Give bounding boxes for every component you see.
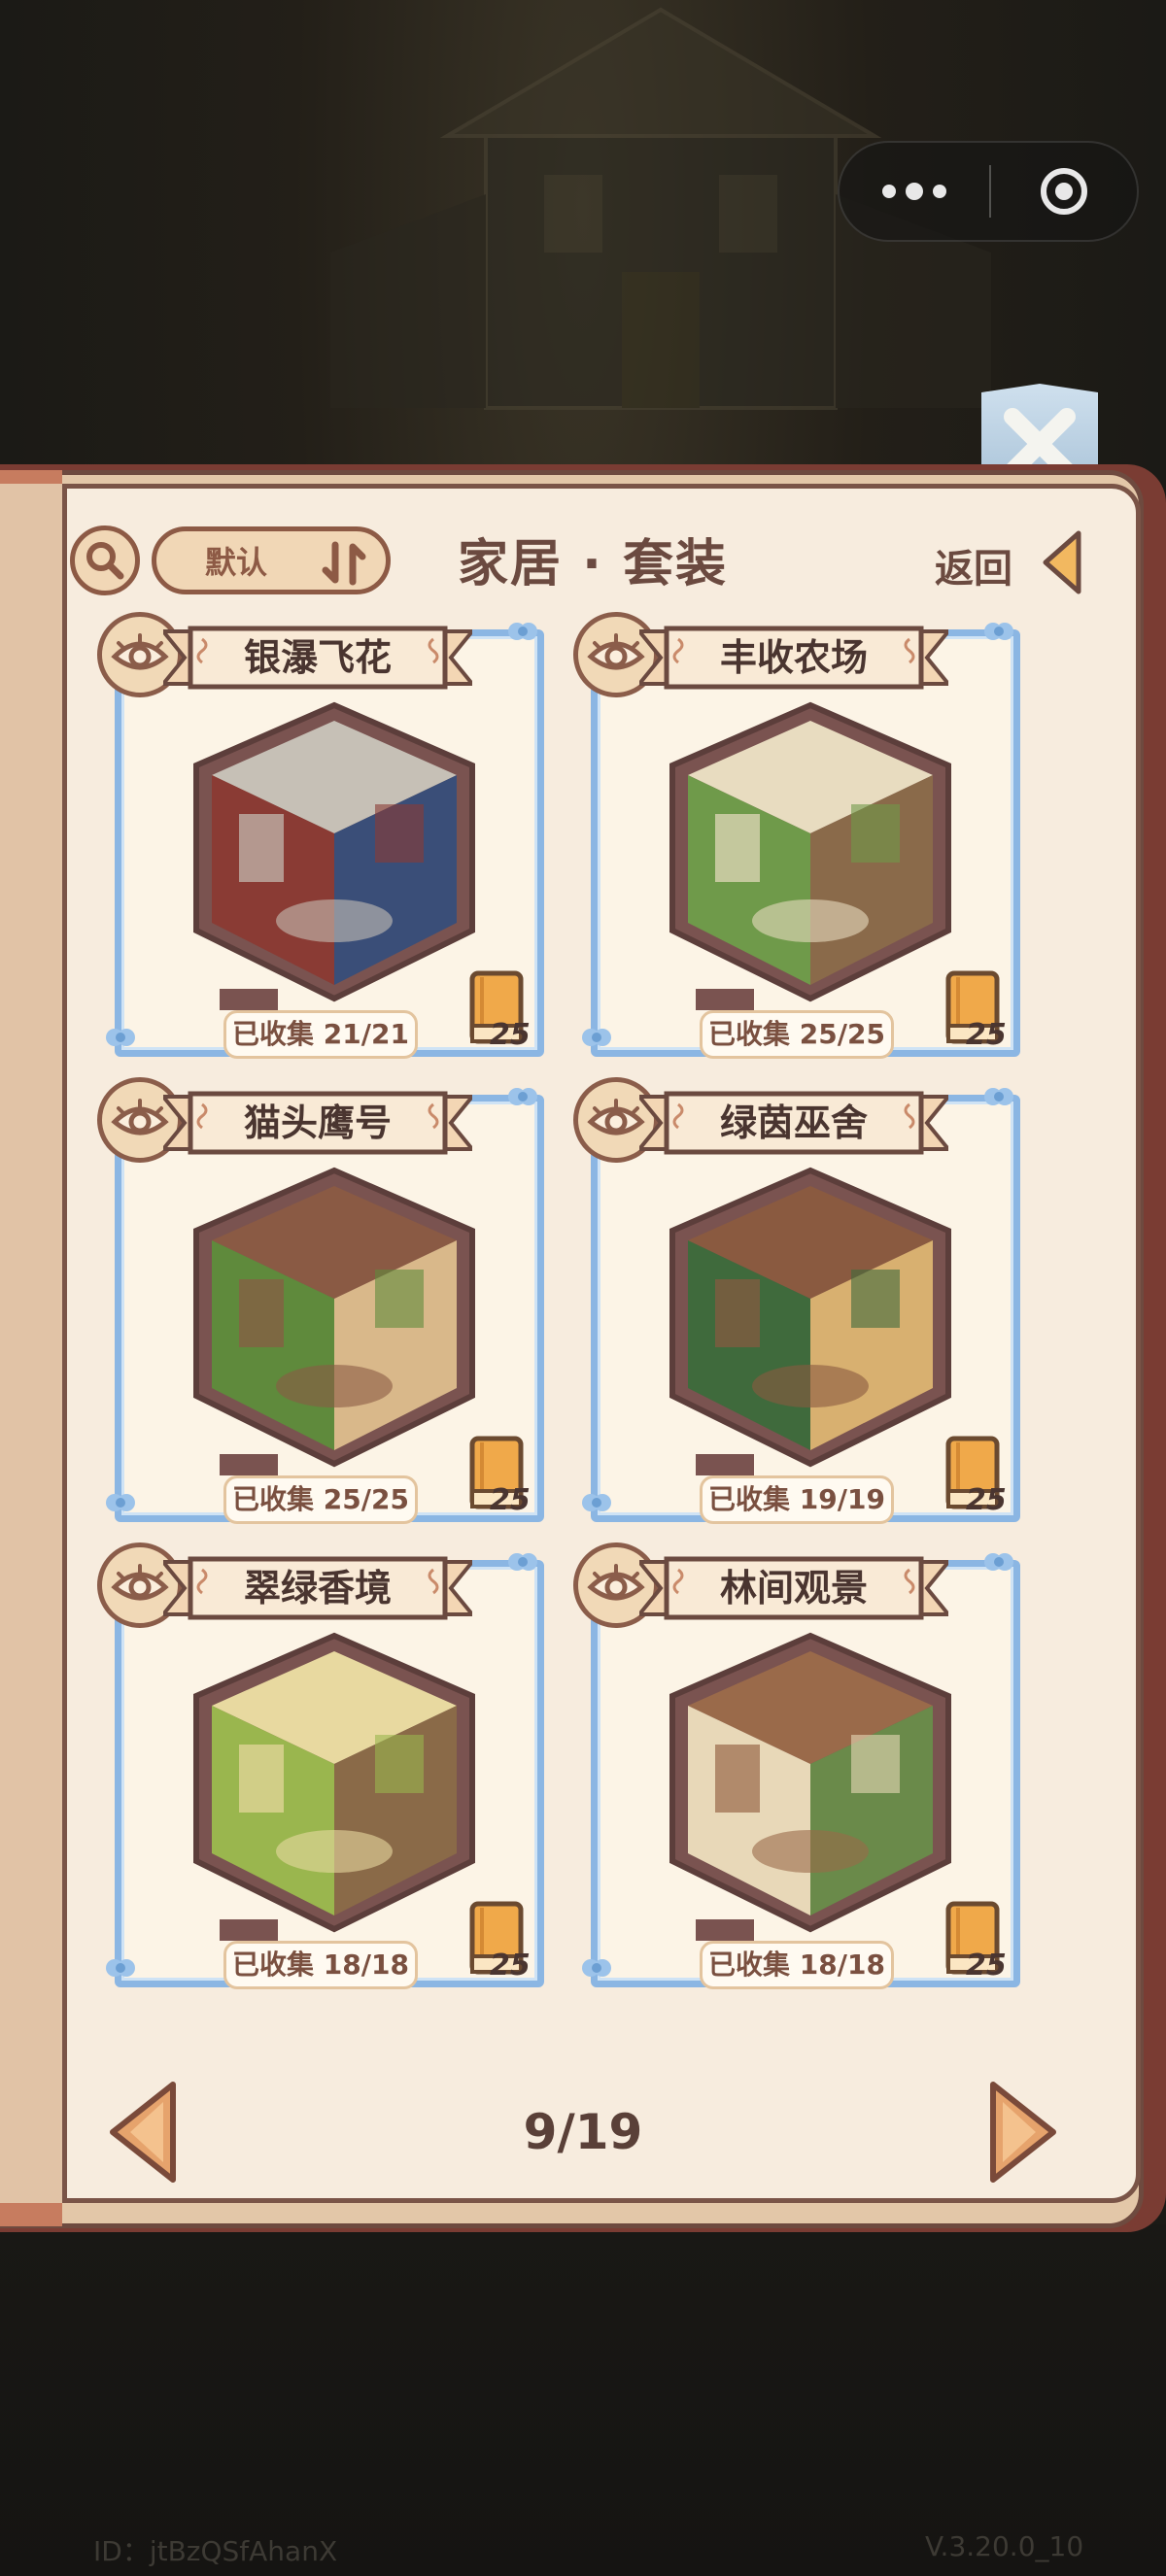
sort-dropdown[interactable]: 默认: [152, 526, 391, 594]
back-label[interactable]: 返回: [935, 537, 1012, 593]
exit-target-icon[interactable]: [991, 168, 1137, 215]
sort-label: 默认: [205, 544, 268, 581]
suite-name: 翠绿香境: [243, 1567, 392, 1610]
suite-name: 猫头鹰号: [243, 1102, 392, 1144]
prev-page-button[interactable]: [105, 2079, 181, 2186]
page-indicator: 9/19: [523, 2104, 643, 2160]
corner-bow-icon: [582, 1959, 611, 1977]
back-arrow-icon[interactable]: [1040, 529, 1084, 595]
book-count: 25: [966, 1483, 1007, 1517]
room-preview-image: [669, 1632, 951, 1941]
book-count: 25: [966, 1018, 1007, 1052]
suite-name: 林间观景: [719, 1567, 868, 1610]
room-preview-image: [669, 1167, 951, 1475]
game-screen: 默认 家居 · 套装 返回 银瀑飞花 已收集 21/21 25 丰收农场 已收集…: [0, 0, 1166, 2576]
room-preview-image: [193, 701, 475, 1010]
suite-card[interactable]: 猫头鹰号 已收集 25/25 25: [97, 1077, 544, 1524]
corner-bow-icon: [106, 1029, 135, 1046]
suite-card[interactable]: 翠绿香境 已收集 18/18 25: [97, 1542, 544, 1989]
room-preview-image: [193, 1632, 475, 1941]
next-page-button[interactable]: [985, 2079, 1061, 2186]
corner-bow-icon: [582, 1029, 611, 1046]
eye-icon: [111, 1099, 169, 1135]
player-id: ID：jtBzQSfAhanX: [93, 2535, 338, 2567]
collected-count: 已收集 18/18: [700, 1941, 894, 1989]
eye-icon: [587, 1564, 645, 1601]
suite-card[interactable]: 绿茵巫舍 已收集 19/19 25: [573, 1077, 1020, 1524]
eye-icon: [587, 1099, 645, 1135]
room-preview-image: [669, 701, 951, 1010]
suite-card[interactable]: 银瀑飞花 已收集 21/21 25: [97, 612, 544, 1059]
background-floor: [0, 2224, 1166, 2576]
collected-count: 已收集 18/18: [223, 1941, 418, 1989]
room-preview-image: [193, 1167, 475, 1475]
book-count: 25: [490, 1949, 531, 1983]
book-count: 25: [490, 1483, 531, 1517]
more-menu-icon[interactable]: [840, 143, 989, 240]
suite-card[interactable]: 林间观景 已收集 18/18 25: [573, 1542, 1020, 1989]
corner-bow-icon: [106, 1959, 135, 1977]
corner-bow-icon: [984, 623, 1013, 640]
eye-icon: [111, 633, 169, 670]
collected-count: 已收集 19/19: [700, 1475, 894, 1524]
version-label: V.3.20.0_10: [925, 2530, 1084, 2562]
suite-card[interactable]: 丰收农场 已收集 25/25 25: [573, 612, 1020, 1059]
book-count: 25: [490, 1018, 531, 1052]
corner-bow-icon: [984, 1553, 1013, 1571]
search-button[interactable]: [70, 525, 140, 595]
book-spine: [0, 484, 62, 2203]
page-title: 家居 · 套装: [458, 535, 728, 593]
eye-icon: [111, 1564, 169, 1601]
book-count: 25: [966, 1949, 1007, 1983]
miniprogram-capsule: [838, 141, 1139, 242]
corner-bow-icon: [508, 623, 537, 640]
corner-bow-icon: [582, 1494, 611, 1511]
suite-name: 银瀑飞花: [243, 636, 392, 679]
corner-bow-icon: [508, 1088, 537, 1105]
collected-count: 已收集 25/25: [700, 1010, 894, 1059]
collected-count: 已收集 25/25: [223, 1475, 418, 1524]
corner-bow-icon: [106, 1494, 135, 1511]
corner-bow-icon: [984, 1088, 1013, 1105]
collected-count: 已收集 21/21: [223, 1010, 418, 1059]
suite-name: 丰收农场: [719, 636, 868, 679]
sort-order-icon: [322, 541, 366, 586]
suite-name: 绿茵巫舍: [719, 1102, 868, 1144]
eye-icon: [587, 633, 645, 670]
spine-edge-bottom: [0, 2203, 62, 2226]
search-icon: [86, 542, 124, 580]
corner-bow-icon: [508, 1553, 537, 1571]
